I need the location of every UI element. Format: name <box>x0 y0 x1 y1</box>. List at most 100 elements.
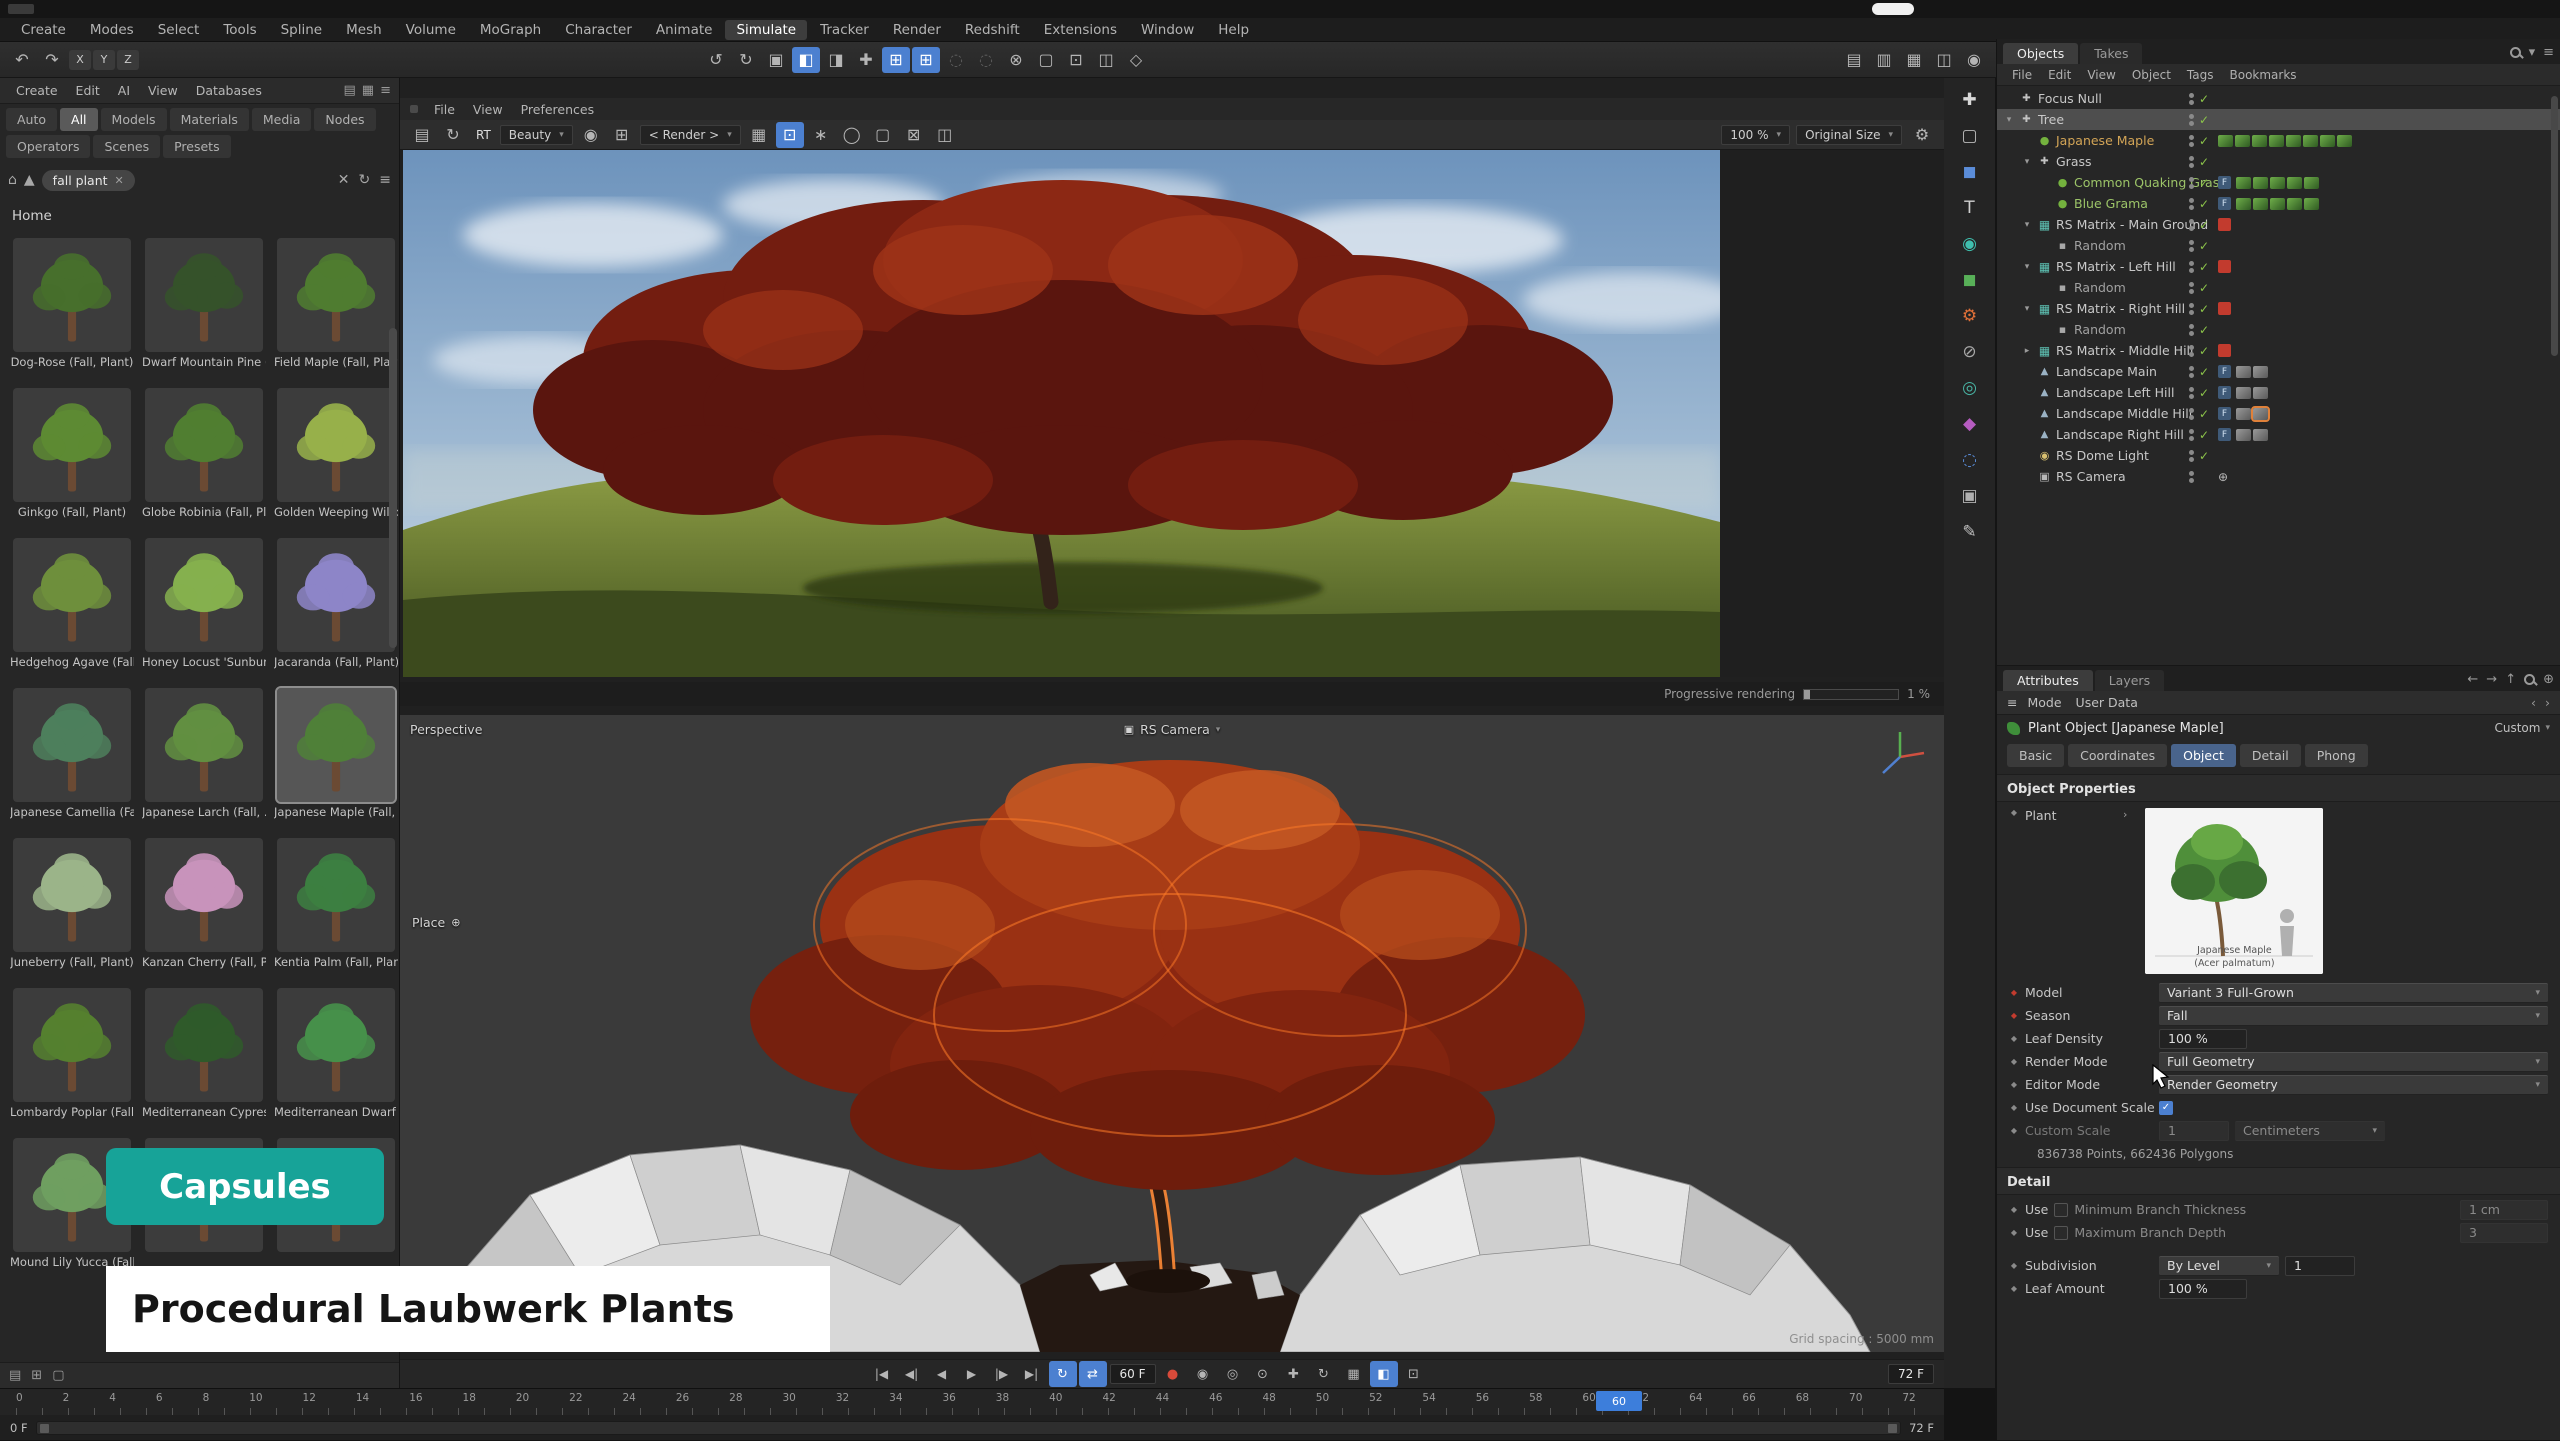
asset-item[interactable]: Golden Weeping Willo... <box>274 388 398 528</box>
asset-thumbnail[interactable] <box>13 688 131 802</box>
object-label[interactable]: Landscape Main <box>2056 364 2157 379</box>
object-label[interactable]: Landscape Right Hill <box>2056 427 2184 442</box>
parameter-key-icon[interactable]: ◧ <box>1370 1361 1398 1387</box>
enabled-check-icon[interactable]: ✓ <box>2199 449 2213 463</box>
autokey-icon[interactable]: ◎ <box>1219 1361 1247 1387</box>
snap-move-icon[interactable]: ✚ <box>852 47 880 73</box>
enabled-check-icon[interactable]: ✓ <box>2199 365 2213 379</box>
enabled-check-icon[interactable]: ✓ <box>2199 302 2213 316</box>
render-view-menu-item[interactable]: Preferences <box>513 101 603 118</box>
menu-item[interactable]: Create <box>10 20 77 40</box>
asset-thumbnail[interactable] <box>145 238 263 352</box>
asset-menu-item[interactable]: View <box>140 81 186 100</box>
leaf-density-field[interactable]: 100 % <box>2159 1029 2247 1049</box>
object-label[interactable]: Tree <box>2038 112 2064 127</box>
cube-primitive-icon[interactable]: ◼ <box>1953 158 1987 186</box>
asset-thumbnail[interactable] <box>277 538 395 652</box>
object-icon[interactable] <box>2037 343 2052 358</box>
object-icon[interactable] <box>2037 154 2052 169</box>
asset-item[interactable]: Ginkgo (Fall, Plant) <box>10 388 134 528</box>
object-label[interactable]: RS Matrix - Left Hill <box>2056 259 2176 274</box>
param-diamond-icon[interactable]: ◆ <box>2009 1034 2019 1043</box>
clear-search-icon[interactable]: ✕ <box>338 172 350 188</box>
record-icon[interactable]: ● <box>1159 1361 1187 1387</box>
visibility-dots[interactable] <box>2189 261 2194 273</box>
enabled-check-icon[interactable]: ✓ <box>2199 323 2213 337</box>
texture-chips[interactable] <box>2218 135 2352 147</box>
scale-key-icon[interactable]: ▦ <box>1340 1361 1368 1387</box>
axis-lock-button[interactable]: Y <box>93 50 115 70</box>
field-badge-icon[interactable]: F <box>2218 197 2231 210</box>
menu-item[interactable]: Tools <box>212 20 267 40</box>
object-icon[interactable] <box>2019 112 2034 127</box>
goto-start-icon[interactable]: |◀ <box>868 1361 896 1387</box>
param-diamond-icon[interactable]: ◆ <box>2009 1080 2019 1089</box>
asset-item[interactable]: Japanese Larch (Fall, ... <box>142 688 266 828</box>
object-tree-row[interactable]: Blue Grama ✓ F ⊕ <box>1997 193 2560 214</box>
target-tag-icon[interactable]: ⊕ <box>2218 470 2228 484</box>
object-label[interactable]: RS Camera <box>2056 469 2126 484</box>
mode-menu-item[interactable]: User Data <box>2076 695 2138 710</box>
object-icon[interactable] <box>2037 301 2052 316</box>
layout-split-icon[interactable]: ◫ <box>1930 47 1958 73</box>
object-icon[interactable] <box>2055 280 2070 295</box>
visibility-dots[interactable] <box>2189 387 2194 399</box>
menu-item[interactable]: Simulate <box>725 20 807 40</box>
redshift-tag-icon[interactable] <box>2218 260 2231 273</box>
deformer-icon[interactable]: ⊘ <box>1953 338 1987 366</box>
object-label[interactable]: Random <box>2074 280 2126 295</box>
param-diamond-icon[interactable]: ◆ <box>2009 1205 2019 1214</box>
visibility-dots[interactable] <box>2189 282 2194 294</box>
snapshot-icon[interactable]: ∗ <box>807 122 835 148</box>
pla-key-icon[interactable]: ⊡ <box>1400 1361 1428 1387</box>
layout-1-icon[interactable]: ▤ <box>1840 47 1868 73</box>
redo-icon[interactable]: ↷ <box>38 47 66 73</box>
param-diamond-icon[interactable]: ◆ <box>2009 988 2019 997</box>
asset-item[interactable]: Globe Robinia (Fall, Pl... <box>142 388 266 528</box>
season-dropdown[interactable]: Fall▾ <box>2159 1006 2548 1026</box>
param-diamond-icon[interactable]: ◆ <box>2009 1057 2019 1066</box>
enabled-check-icon[interactable]: ✓ <box>2199 176 2213 190</box>
object-label[interactable]: Landscape Middle Hill <box>2056 406 2192 421</box>
object-label[interactable]: Blue Grama <box>2074 196 2148 211</box>
info-icon[interactable]: ▢ <box>52 1368 64 1383</box>
frame-icon[interactable]: ▢ <box>1032 47 1060 73</box>
property-tab[interactable]: Basic <box>2007 744 2064 767</box>
menu-item[interactable]: Modes <box>79 20 145 40</box>
undo-icon[interactable]: ↶ <box>8 47 36 73</box>
object-tree-row[interactable]: RS Matrix - Left Hill ✓ F ⊕ <box>1997 256 2560 277</box>
object-menu-item[interactable]: File <box>2005 67 2039 83</box>
disabled-icon[interactable]: ◌ <box>942 47 970 73</box>
visibility-dots[interactable] <box>2189 177 2194 189</box>
redshift-tag-icon[interactable] <box>2218 218 2231 231</box>
object-icon[interactable] <box>2055 175 2070 190</box>
object-label[interactable]: RS Matrix - Main Ground <box>2056 217 2208 232</box>
asset-thumbnail[interactable] <box>145 538 263 652</box>
camera-tool-icon[interactable]: ▣ <box>1953 482 1987 510</box>
enabled-check-icon[interactable]: ✓ <box>2199 134 2213 148</box>
object-menu-item[interactable]: Bookmarks <box>2223 67 2304 83</box>
asset-thumbnail[interactable] <box>13 838 131 952</box>
mode-menu-icon[interactable]: ≡ <box>2007 695 2017 710</box>
visibility-dots[interactable] <box>2189 198 2194 210</box>
object-icon[interactable] <box>2037 133 2052 148</box>
visibility-dots[interactable] <box>2189 471 2194 483</box>
attribute-tab[interactable]: Attributes <box>2003 670 2093 691</box>
object-tree-row[interactable]: Random ✓ F ⊕ <box>1997 319 2560 340</box>
enabled-check-icon[interactable]: ✓ <box>2199 113 2213 127</box>
enabled-check-icon[interactable]: ✓ <box>2199 92 2213 106</box>
prev-frame-icon[interactable]: ◀ <box>928 1361 956 1387</box>
object-icon[interactable] <box>2037 385 2052 400</box>
param-diamond-icon[interactable]: ◆ <box>2009 1011 2019 1020</box>
move-tool-icon[interactable]: ✚ <box>1953 86 1987 114</box>
expand-arrow-icon[interactable] <box>2003 115 2015 125</box>
current-frame-field[interactable]: 60 F <box>1110 1364 1156 1384</box>
menu-item[interactable]: Redshift <box>954 20 1031 40</box>
object-label[interactable]: Japanese Maple <box>2056 133 2154 148</box>
param-diamond-icon[interactable]: ◆ <box>2009 1261 2019 1270</box>
reload-icon[interactable]: ↻ <box>359 172 371 188</box>
lock-icon[interactable]: ⊕ <box>2543 672 2554 687</box>
rotate-right-icon[interactable]: ↻ <box>732 47 760 73</box>
expand-arrow-icon[interactable] <box>2021 346 2033 356</box>
range-end-field[interactable]: 72 F <box>1909 1421 1934 1435</box>
